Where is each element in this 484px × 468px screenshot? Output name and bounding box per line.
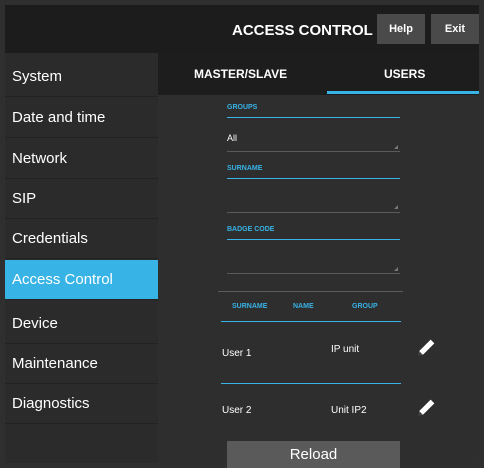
- edit-pencil-icon[interactable]: [416, 396, 438, 418]
- table-header-underline: [221, 321, 401, 322]
- surname-field-underline: [227, 212, 400, 213]
- groups-select-value: All: [227, 133, 238, 143]
- badge-code-label: BADGE CODE: [227, 226, 275, 233]
- main-panel: MASTER/SLAVE USERS GROUPS All SURNAME BA…: [158, 53, 479, 468]
- column-header-surname: SURNAME: [232, 303, 268, 310]
- tab-master-slave[interactable]: MASTER/SLAVE: [194, 67, 287, 81]
- badge-code-field-underline: [227, 273, 400, 274]
- reload-button[interactable]: Reload: [227, 441, 400, 468]
- help-button[interactable]: Help: [377, 14, 425, 44]
- sidebar-item-date-and-time[interactable]: Date and time: [5, 98, 158, 138]
- table-row[interactable]: User 1 IP unit: [218, 333, 448, 373]
- exit-button[interactable]: Exit: [431, 14, 479, 44]
- sidebar-item-sip[interactable]: SIP: [5, 179, 158, 219]
- app-window: ACCESS CONTROL Help Exit System Date and…: [5, 5, 479, 468]
- column-header-group: GROUP: [352, 303, 378, 310]
- input-corner-icon: [394, 205, 398, 209]
- sidebar-item-diagnostics[interactable]: Diagnostics: [5, 384, 158, 424]
- active-tab-indicator: [327, 91, 479, 94]
- sidebar-item-credentials[interactable]: Credentials: [5, 219, 158, 259]
- row-surname: User 2: [222, 405, 252, 416]
- groups-label: GROUPS: [227, 104, 258, 111]
- sidebar-item-network[interactable]: Network: [5, 139, 158, 179]
- groups-field-underline: [227, 151, 400, 152]
- table-row[interactable]: User 2 Unit IP2: [218, 393, 448, 433]
- section-divider: [218, 291, 403, 292]
- tab-bar: MASTER/SLAVE USERS: [158, 53, 479, 95]
- sidebar-item-device[interactable]: Device: [5, 304, 158, 344]
- row-group: IP unit: [331, 344, 360, 355]
- row-group: Unit IP2: [331, 405, 367, 416]
- groups-select[interactable]: All: [227, 125, 400, 151]
- title-bar: ACCESS CONTROL Help Exit: [5, 5, 479, 53]
- sidebar-item-access-control[interactable]: Access Control: [5, 260, 158, 300]
- badge-code-input[interactable]: [227, 249, 400, 273]
- table-row-divider: [221, 383, 401, 384]
- badge-code-label-underline: [227, 239, 400, 240]
- edit-pencil-icon[interactable]: [416, 336, 438, 358]
- page-title: ACCESS CONTROL: [232, 22, 373, 39]
- surname-input[interactable]: [227, 187, 400, 211]
- input-corner-icon: [394, 267, 398, 271]
- column-header-name: NAME: [293, 303, 314, 310]
- surname-label: SURNAME: [227, 165, 263, 172]
- tab-users[interactable]: USERS: [384, 67, 425, 81]
- sidebar-item-system[interactable]: System: [5, 57, 158, 97]
- groups-label-underline: [227, 117, 400, 118]
- surname-label-underline: [227, 178, 400, 179]
- sidebar-item-maintenance[interactable]: Maintenance: [5, 344, 158, 384]
- select-corner-icon: [394, 145, 398, 149]
- row-surname: User 1: [222, 348, 252, 359]
- sidebar: System Date and time Network SIP Credent…: [5, 53, 158, 463]
